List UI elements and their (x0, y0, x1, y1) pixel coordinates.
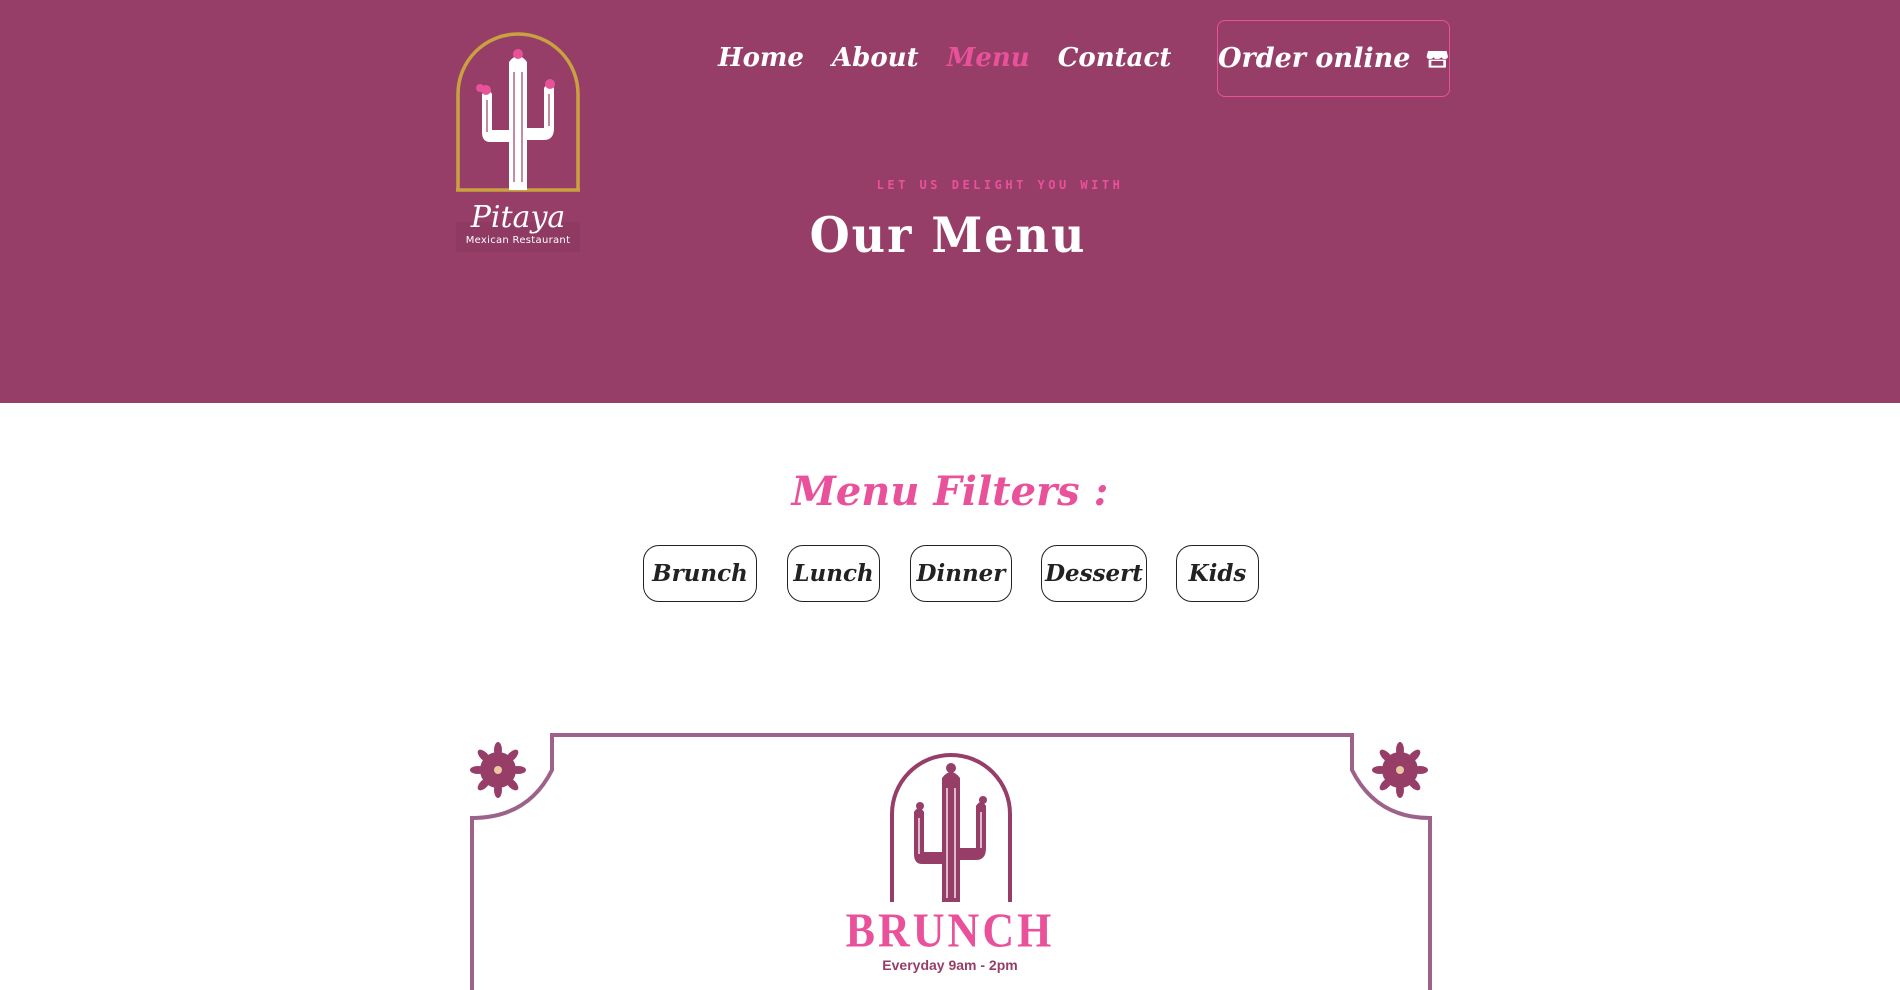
hero-eyebrow: LET US DELIGHT YOU WITH (876, 178, 1124, 192)
storefront-icon (1427, 50, 1449, 68)
menu-filters: Brunch Lunch Dinner Dessert Kids (643, 545, 1259, 602)
nav-home[interactable]: Home (718, 43, 804, 73)
filter-dessert-button[interactable]: Dessert (1041, 545, 1147, 602)
menu-section-title: BRUNCH (845, 903, 1055, 958)
order-online-button[interactable]: Order online (1217, 20, 1450, 97)
flower-icon (470, 742, 526, 798)
menu-filters-heading: Menu Filters : (791, 468, 1109, 515)
nav-menu[interactable]: Menu (947, 43, 1030, 73)
filter-brunch-button[interactable]: Brunch (643, 545, 757, 602)
filter-lunch-button[interactable]: Lunch (787, 545, 880, 602)
order-online-label: Order online (1218, 43, 1411, 74)
filter-kids-button[interactable]: Kids (1176, 545, 1259, 602)
menu-section-hours: Everyday 9am - 2pm (882, 957, 1018, 973)
flower-icon (1372, 742, 1428, 798)
filter-dinner-button[interactable]: Dinner (910, 545, 1012, 602)
hero-header: Pitaya Mexican Restaurant Home About Men… (0, 0, 1900, 403)
nav-about[interactable]: About (832, 43, 919, 73)
cactus-icon (890, 753, 1012, 902)
nav-contact[interactable]: Contact (1058, 43, 1172, 73)
page-title: Our Menu (809, 206, 1087, 264)
main-nav: Home About Menu Contact (718, 34, 1199, 82)
